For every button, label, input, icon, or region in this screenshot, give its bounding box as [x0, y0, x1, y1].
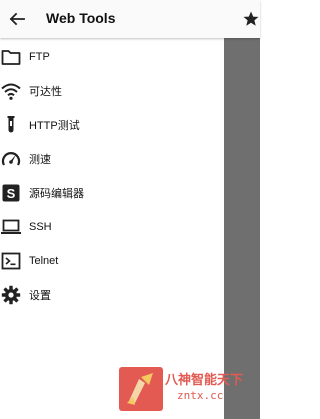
- drawer-item-label: 源码编辑器: [29, 188, 84, 200]
- drawer-item-speed-test[interactable]: 测速: [0, 142, 224, 176]
- watermark: 八神智能天下 zntx.cc: [119, 367, 249, 412]
- test-tube-icon: [0, 114, 22, 136]
- laptop-icon: [0, 216, 22, 238]
- folder-icon: [0, 46, 22, 68]
- terminal-icon: [0, 250, 22, 272]
- drawer-item-ssh[interactable]: SSH: [0, 210, 224, 244]
- navigation-drawer: FTP 可达性 HTTP测试 测速 S 源码编辑器 SSH Telnet 设置: [0, 38, 224, 419]
- drawer-item-reachability[interactable]: 可达性: [0, 74, 224, 108]
- drawer-item-label: FTP: [29, 51, 50, 63]
- watermark-url: zntx.cc: [177, 389, 224, 402]
- drawer-item-label: 设置: [29, 290, 51, 302]
- watermark-text: 八神智能天下: [165, 372, 244, 387]
- drawer-item-settings[interactable]: 设置: [0, 278, 224, 312]
- speedometer-icon: [0, 148, 22, 170]
- gear-icon: [0, 284, 22, 306]
- drawer-item-label: 测速: [29, 154, 51, 166]
- drawer-item-label: HTTP测试: [29, 120, 80, 132]
- drawer-item-label: 可达性: [29, 86, 62, 98]
- wifi-icon: [0, 80, 22, 102]
- drawer-item-label: SSH: [29, 221, 52, 233]
- back-button[interactable]: [6, 8, 28, 30]
- source-icon: S: [0, 182, 22, 204]
- drawer-item-ftp[interactable]: FTP: [0, 40, 224, 74]
- arrow-back-icon: [9, 12, 25, 26]
- drawer-item-http-test[interactable]: HTTP测试: [0, 108, 224, 142]
- watermark-logo: [119, 367, 163, 411]
- drawer-item-label: Telnet: [29, 255, 59, 267]
- star-icon: [243, 11, 259, 26]
- app-title: Web Tools: [46, 10, 116, 26]
- drawer-item-source-editor[interactable]: S 源码编辑器: [0, 176, 224, 210]
- app-bar: Web Tools: [0, 0, 260, 38]
- drawer-item-telnet[interactable]: Telnet: [0, 244, 224, 278]
- drawer-scrim[interactable]: [224, 38, 260, 419]
- favorite-button[interactable]: [240, 7, 262, 31]
- svg-text:S: S: [7, 186, 16, 201]
